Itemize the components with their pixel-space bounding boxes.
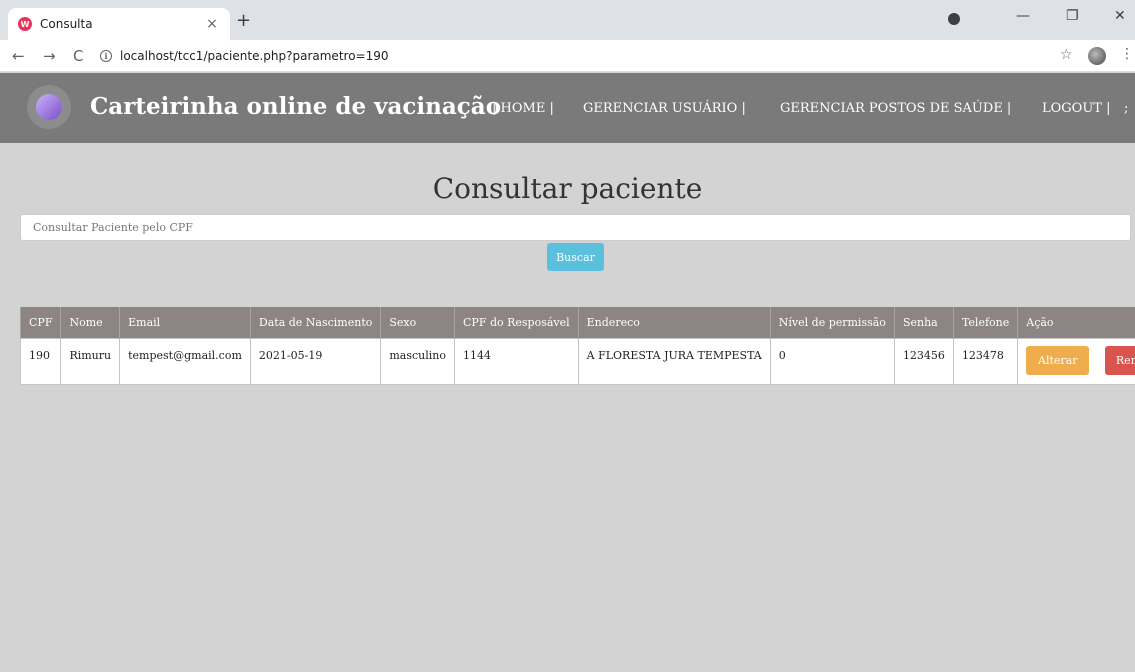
col-cpf: CPF [19, 307, 61, 338]
cell-email: tempest@gmail.com [119, 337, 251, 385]
url-text: localhost/tcc1/paciente.php?parametro=19… [120, 49, 389, 63]
col-nascimento: Data de Nascimento [249, 307, 381, 338]
browser-addressbar: ← → C i localhost/tcc1/paciente.php?para… [0, 40, 1135, 72]
tab-title: Consulta [40, 17, 93, 31]
search-cpf-input[interactable] [20, 214, 1131, 241]
browser-tabbar: W Consulta × + — ❐ ✕ [0, 0, 1135, 40]
cell-senha: 123456 [893, 337, 954, 385]
col-sexo: Sexo [380, 307, 455, 338]
cell-nivel: 0 [769, 337, 895, 385]
reload-icon[interactable]: C [73, 47, 83, 65]
col-endereco: Endereco [577, 307, 771, 338]
col-cpf-responsavel: CPF do Resposável [454, 307, 579, 338]
col-telefone: Telefone [952, 307, 1018, 338]
nav-gerenciar-postos[interactable]: GERENCIAR POSTOS DE SAÚDE | [780, 101, 1011, 116]
cell-endereco: A FLORESTA JURA TEMPESTA [577, 337, 771, 385]
vaccine-logo-icon [27, 85, 71, 129]
col-nome: Nome [60, 307, 120, 338]
nav-gerenciar-usuario[interactable]: GERENCIAR USUÁRIO | [583, 101, 746, 116]
app-header: Carteirinha online de vacinação | HOME |… [0, 73, 1135, 143]
col-nivel: Nível de permissão [769, 307, 895, 338]
remover-button[interactable]: Remover [1105, 345, 1135, 375]
cell-cpf-responsavel: 1144 [454, 337, 579, 385]
table-row: 190 Rimuru tempest@gmail.com 2021-05-19 … [19, 337, 1135, 385]
info-icon[interactable]: i [100, 50, 112, 62]
nav-extra: ; [1124, 101, 1129, 116]
col-senha: Senha [893, 307, 954, 338]
alterar-button[interactable]: Alterar [1026, 345, 1090, 375]
browser-menu-icon[interactable]: ⋮ [1120, 46, 1134, 62]
table-header-row: CPF Nome Email Data de Nascimento Sexo C… [19, 307, 1135, 338]
forward-icon[interactable]: → [43, 47, 56, 65]
cell-cpf: 190 [19, 337, 62, 385]
cell-sexo: masculino [380, 337, 455, 385]
browser-extension-icon[interactable] [948, 13, 960, 25]
cell-telefone: 123478 [952, 337, 1019, 385]
minimize-icon[interactable]: — [1016, 8, 1030, 24]
tab-close-icon[interactable]: × [204, 16, 220, 32]
browser-tab[interactable]: W Consulta × [8, 8, 230, 40]
patient-table: CPF Nome Email Data de Nascimento Sexo C… [19, 307, 1135, 385]
tab-favicon-icon: W [18, 17, 32, 31]
back-icon[interactable]: ← [12, 47, 25, 65]
new-tab-icon[interactable]: + [236, 12, 251, 30]
restore-icon[interactable]: ❐ [1066, 8, 1079, 24]
nav-logout[interactable]: LOGOUT | [1042, 101, 1110, 116]
cell-acao: Alterar Remover [1017, 337, 1135, 385]
profile-avatar[interactable] [1088, 47, 1106, 65]
page-title: Consultar paciente [432, 172, 703, 205]
bookmark-star-icon[interactable]: ☆ [1060, 47, 1073, 63]
search-button[interactable]: Buscar [547, 243, 604, 271]
cell-nascimento: 2021-05-19 [249, 337, 382, 385]
cell-nome: Rimuru [60, 337, 121, 385]
site-title: Carteirinha online de vacinação [90, 93, 502, 120]
close-window-icon[interactable]: ✕ [1114, 8, 1126, 24]
col-email: Email [119, 307, 251, 338]
url-bar[interactable]: i localhost/tcc1/paciente.php?parametro=… [100, 45, 1042, 67]
col-acao: Ação [1017, 307, 1135, 338]
nav-home[interactable]: | HOME | [492, 101, 554, 116]
